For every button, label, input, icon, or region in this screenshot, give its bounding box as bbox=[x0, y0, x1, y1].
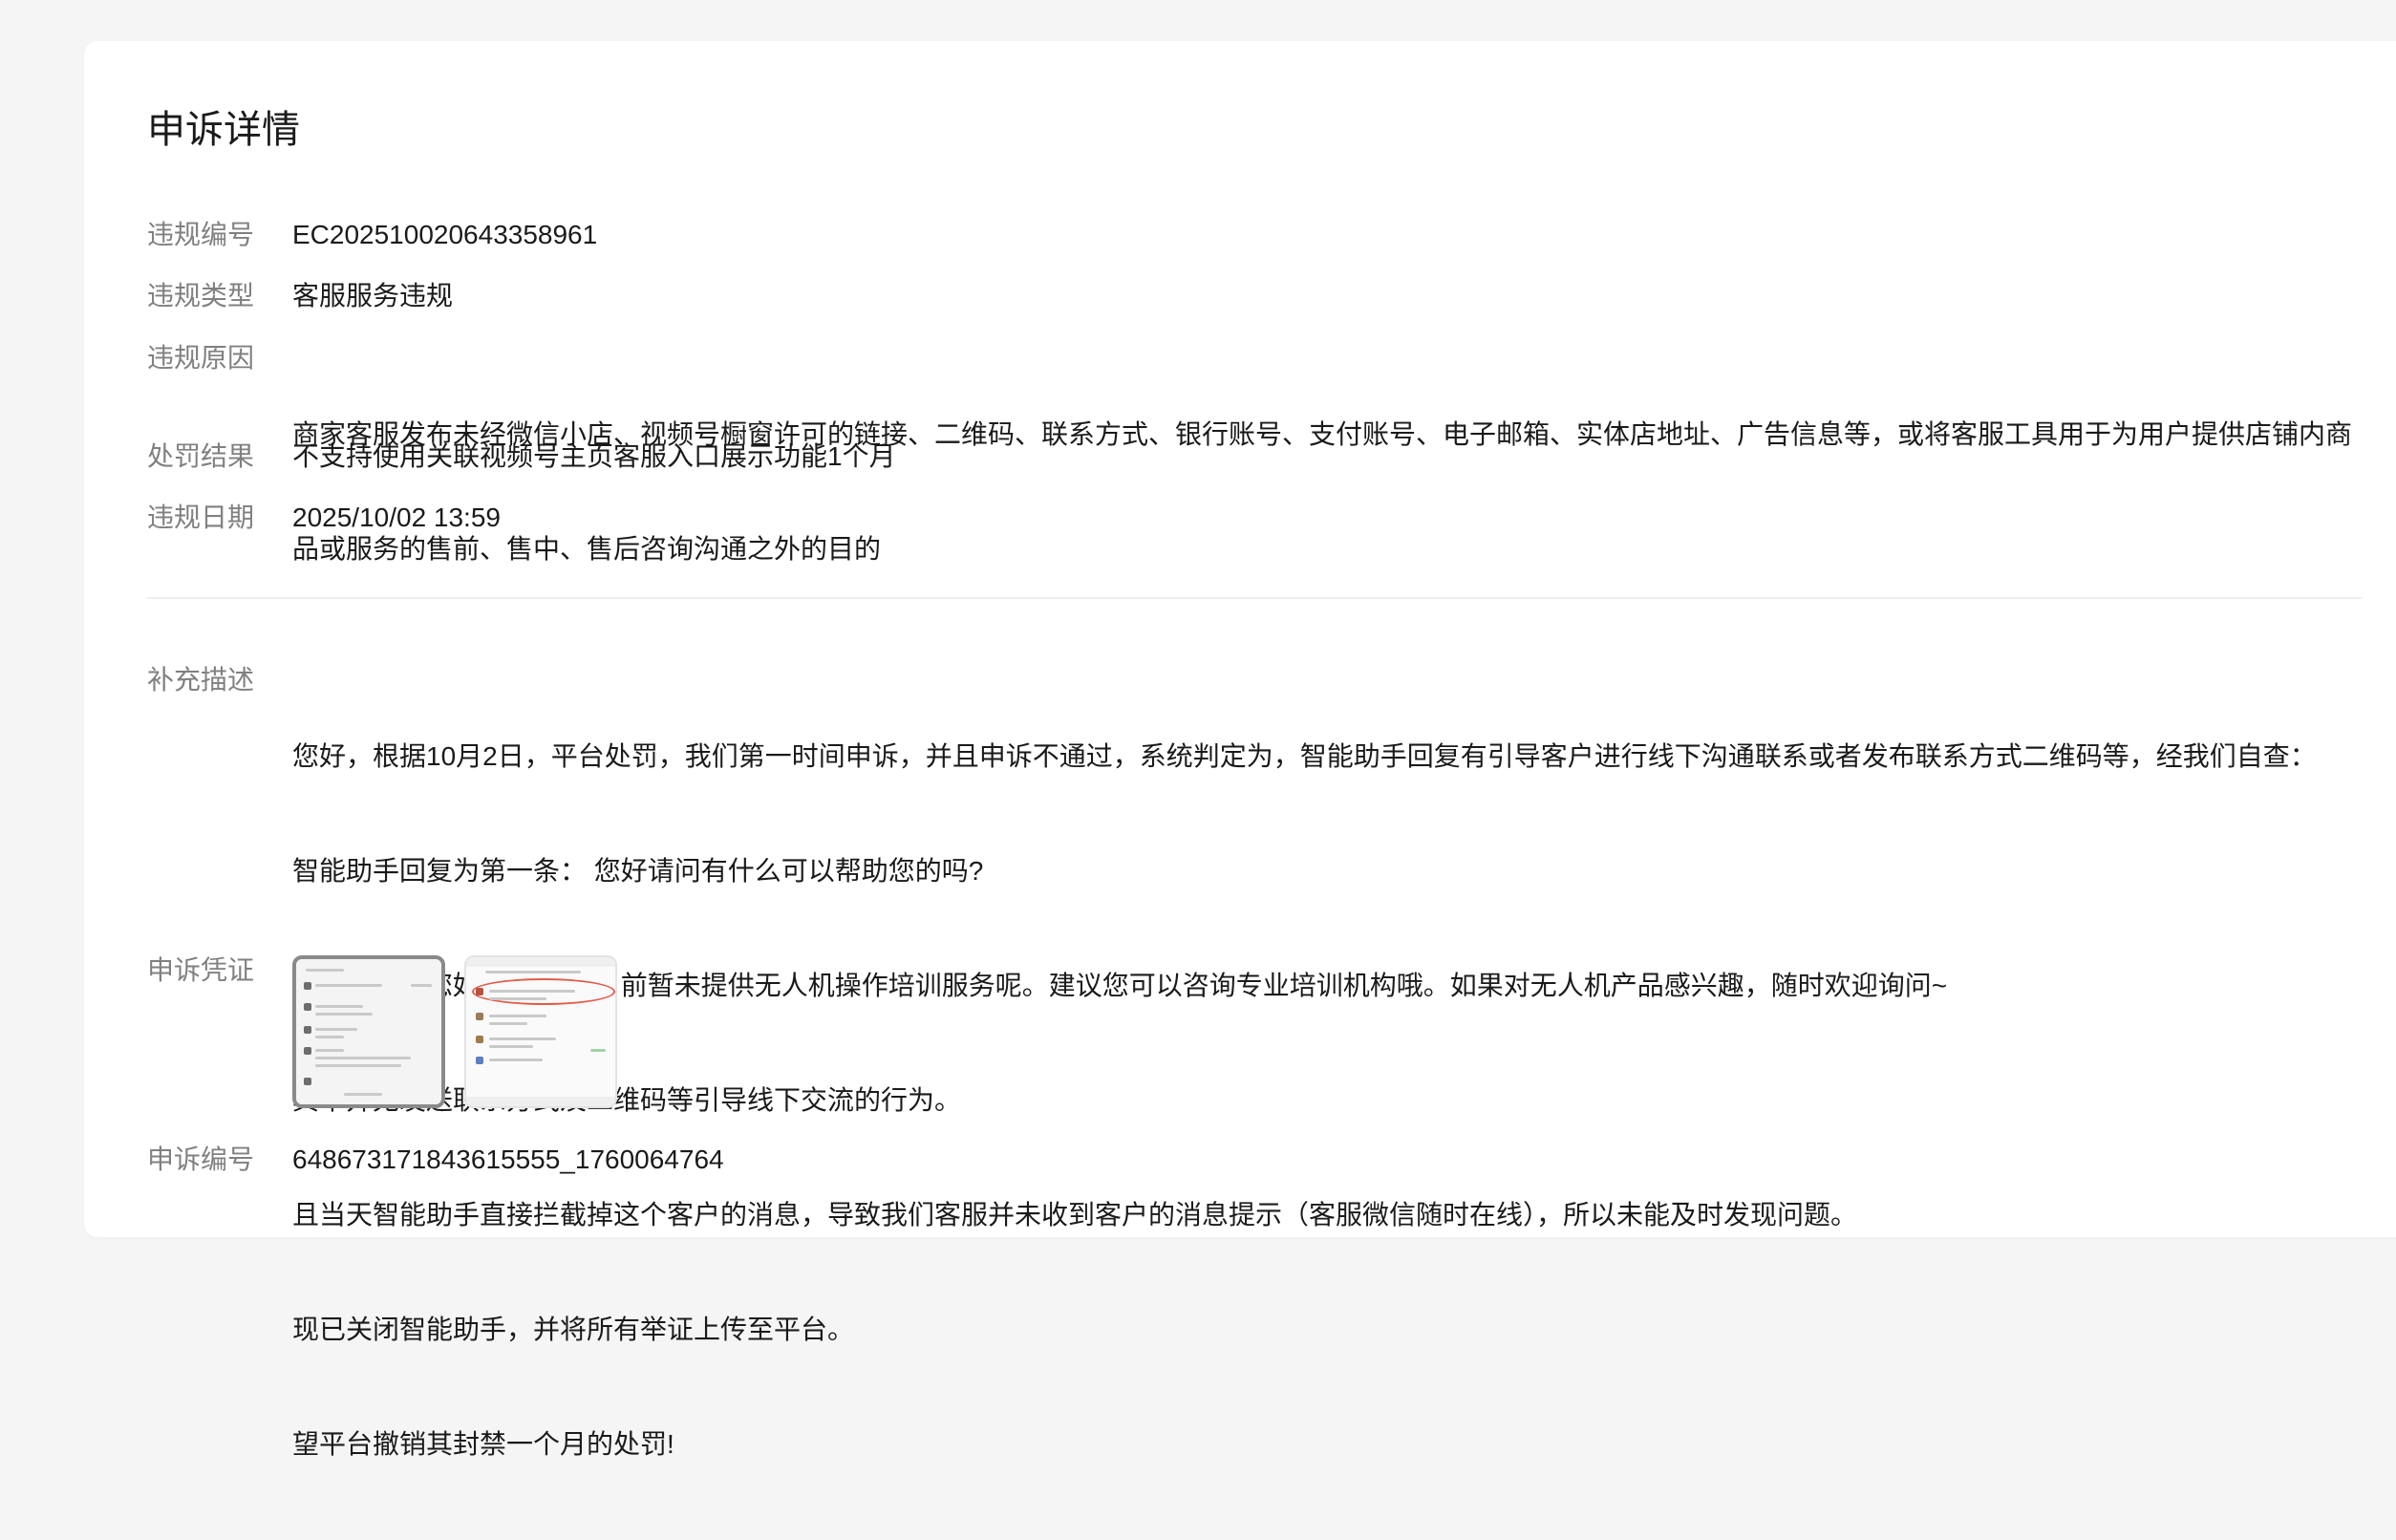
violation-reason-label: 违规原因 bbox=[147, 343, 255, 373]
violation-reason-row: 违规原因 商家客服发布未经微信小店、视频号橱窗许可的链接、二维码、联系方式、银行… bbox=[147, 339, 2362, 645]
penalty-row: 处罚结果 不支持使用关联视频号主页客服入口展示功能1个月 bbox=[147, 438, 2362, 476]
section-divider bbox=[147, 597, 2362, 599]
evidence-row: 申诉凭证 bbox=[147, 952, 2362, 1108]
evidence-thumbnail-2[interactable] bbox=[464, 955, 617, 1108]
penalty-label: 处罚结果 bbox=[147, 441, 255, 471]
violation-date-row: 违规日期 2025/10/02 13:59 bbox=[147, 499, 2362, 537]
supplement-description-label: 补充描述 bbox=[147, 665, 255, 695]
violation-id-value: EC202510020643358961 bbox=[292, 220, 598, 249]
evidence-thumbnail-1[interactable] bbox=[292, 955, 445, 1108]
description-line: 智能助手回复为第一条： 您好请问有什么可以帮助您的吗? bbox=[292, 856, 984, 886]
violation-type-label: 违规类型 bbox=[147, 281, 255, 310]
penalty-value: 不支持使用关联视频号主页客服入口展示功能1个月 bbox=[292, 441, 896, 471]
evidence-label: 申诉凭证 bbox=[147, 955, 255, 985]
description-line: 且当天智能助手直接拦截掉这个客户的消息，导致我们客服并未收到客户的消息提示（客服… bbox=[292, 1200, 1858, 1230]
violation-id-label: 违规编号 bbox=[147, 220, 255, 249]
violation-date-value: 2025/10/02 13:59 bbox=[292, 503, 501, 532]
page-title: 申诉详情 bbox=[147, 109, 300, 151]
description-line: 现已关闭智能助手，并将所有举证上传至平台。 bbox=[292, 1315, 855, 1344]
description-line: 望平台撤销其封禁一个月的处罚! bbox=[292, 1429, 674, 1459]
appeal-id-row: 申诉编号 648673171843615555_1760064764 bbox=[147, 1141, 2362, 1179]
violation-type-value: 客服服务违规 bbox=[292, 281, 454, 310]
violation-reason-value: 商家客服发布未经微信小店、视频号橱窗许可的链接、二维码、联系方式、银行账号、支付… bbox=[292, 339, 2362, 645]
violation-id-row: 违规编号 EC202510020643358961 bbox=[147, 216, 2362, 254]
violation-date-label: 违规日期 bbox=[147, 503, 255, 532]
evidence-thumbnails bbox=[292, 955, 2362, 1108]
violation-type-row: 违规类型 客服服务违规 bbox=[147, 277, 2362, 315]
appeal-id-label: 申诉编号 bbox=[147, 1144, 255, 1174]
description-line: 您好，根据10月2日，平台处罚，我们第一时间申诉，并且申诉不通过，系统判定为，智… bbox=[292, 741, 2317, 771]
appeal-id-value: 648673171843615555_1760064764 bbox=[292, 1144, 724, 1174]
